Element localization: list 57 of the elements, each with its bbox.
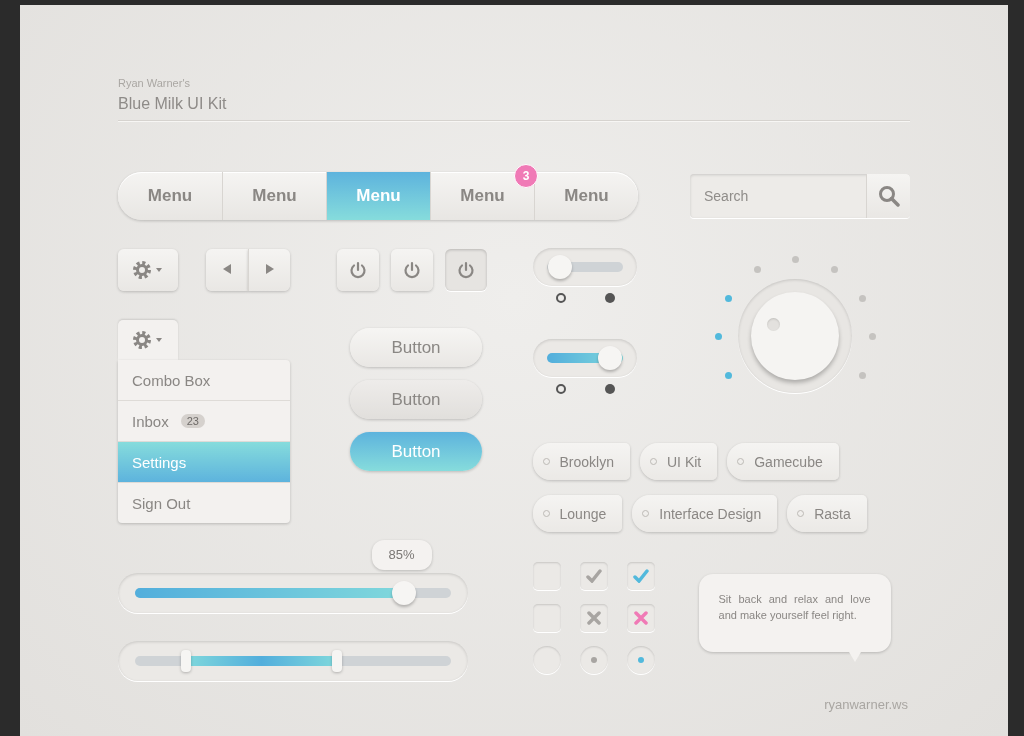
range-handle[interactable] (332, 650, 343, 672)
next-button[interactable] (248, 249, 290, 291)
power-button[interactable] (337, 249, 379, 291)
tag[interactable]: Brooklyn (532, 443, 630, 480)
on-indicator-icon (604, 293, 615, 303)
kit-title: Blue Milk UI Kit (118, 95, 228, 113)
search-button[interactable] (866, 174, 910, 218)
checkbox[interactable] (579, 604, 608, 632)
author-label: Ryan Warner's (118, 77, 191, 89)
checkbox[interactable] (626, 604, 655, 632)
toggle-switch[interactable] (532, 248, 637, 286)
settings-dropdown-button[interactable] (118, 320, 178, 360)
off-indicator-icon (555, 384, 566, 394)
on-indicator-icon (604, 384, 615, 394)
settings-icon (132, 260, 164, 280)
menu-tab[interactable]: Menu (326, 172, 430, 220)
checkbox[interactable] (532, 562, 561, 590)
power-icon (402, 260, 422, 280)
menu-item[interactable]: Sign Out (118, 482, 290, 523)
power-icon (456, 260, 476, 280)
checkbox[interactable] (532, 604, 561, 632)
search-icon (877, 185, 900, 207)
search-input[interactable]: Search (690, 174, 866, 218)
left-triangle-icon (222, 262, 232, 275)
tag[interactable]: Gamecube (727, 443, 839, 480)
button[interactable]: Button (350, 380, 482, 419)
toggle-switch[interactable] (532, 339, 637, 377)
radio-button[interactable] (626, 646, 655, 674)
search-field[interactable]: Search (690, 174, 910, 218)
slider-thumb[interactable] (391, 581, 416, 605)
settings-icon (132, 330, 164, 350)
radio-button[interactable] (532, 646, 561, 674)
tag[interactable]: UI Kit (640, 443, 718, 480)
power-button[interactable] (445, 249, 487, 291)
off-indicator-icon (555, 293, 566, 303)
range-handle[interactable] (180, 650, 191, 672)
right-triangle-icon (264, 262, 275, 275)
power-button[interactable] (391, 249, 433, 291)
notification-badge: 3 (514, 164, 538, 188)
checkbox[interactable] (626, 562, 655, 590)
settings-dropdown-button[interactable] (118, 249, 178, 291)
tag[interactable]: Rasta (787, 495, 867, 532)
previous-button[interactable] (206, 249, 248, 291)
tag[interactable]: Lounge (532, 495, 623, 532)
count-badge: 23 (180, 414, 205, 428)
credit-text: ryanwarner.ws (824, 697, 908, 712)
tag[interactable]: Interface Design (632, 495, 778, 532)
radio-button[interactable] (579, 646, 608, 674)
button[interactable]: Button (350, 328, 482, 367)
bubble-text: Sit back and relax and love and make yourself feel right. (718, 592, 871, 623)
power-icon (348, 260, 368, 280)
menu-tab[interactable]: Menu (118, 172, 222, 220)
menu-item[interactable]: Combo Box (118, 360, 290, 400)
checkbox[interactable] (579, 562, 608, 590)
menu-item[interactable]: Settings (118, 441, 290, 482)
button[interactable]: Button (350, 432, 482, 471)
value-tooltip: 85% (371, 540, 432, 570)
